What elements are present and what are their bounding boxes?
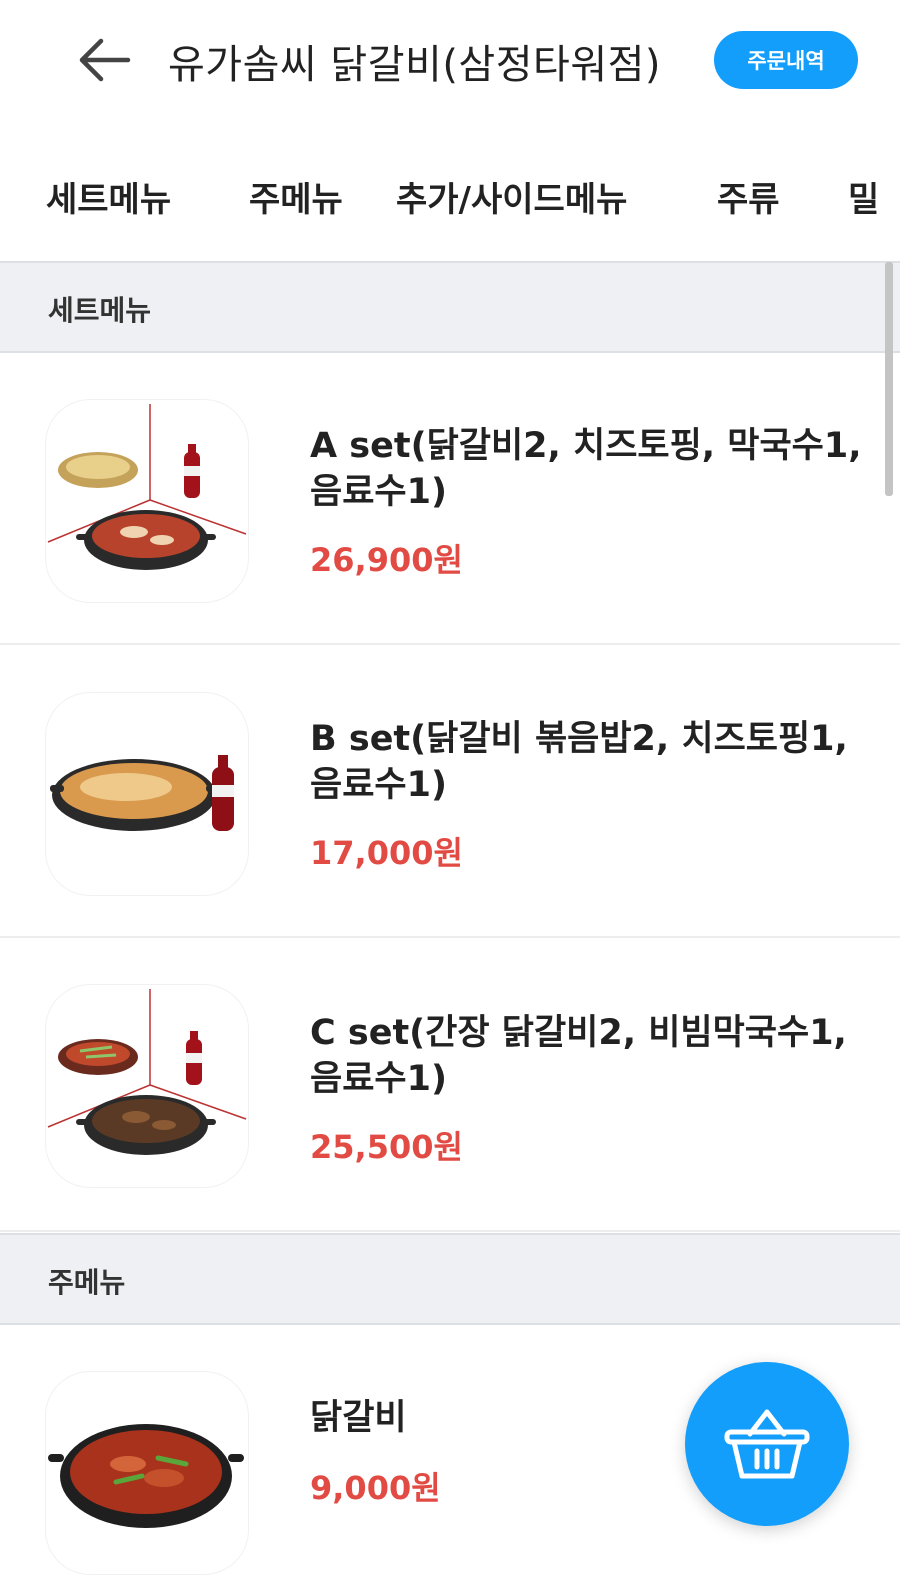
tab-main-menu[interactable]: 주메뉴 bbox=[249, 172, 343, 221]
set-meal-photo bbox=[50, 755, 234, 831]
tab-liquor[interactable]: 주류 bbox=[717, 172, 780, 221]
section-title: 세트메뉴 bbox=[48, 294, 152, 327]
menu-item-c-set[interactable]: C set(간장 닭갈비2, 비빔막국수1, 음료수1) 25,500원 bbox=[0, 940, 900, 1232]
menu-item-image bbox=[46, 985, 248, 1187]
menu-item-b-set[interactable]: B set(닭갈비 볶음밥2, 치즈토핑1, 음료수1) 17,000원 bbox=[0, 646, 900, 938]
back-button[interactable] bbox=[74, 34, 132, 86]
category-tabs: 세트메뉴 주메뉴 추가/사이드메뉴 주류 밀 bbox=[0, 160, 900, 240]
section-header-main-menu: 주메뉴 bbox=[0, 1233, 900, 1325]
section-title: 주메뉴 bbox=[48, 1266, 126, 1299]
menu-item-price: 26,900원 bbox=[310, 541, 463, 579]
menu-item-a-set[interactable]: A set(닭갈비2, 치즈토핑, 막국수1, 음료수1) 26,900원 bbox=[0, 353, 900, 645]
menu-item-image bbox=[46, 693, 248, 895]
tab-more[interactable]: 밀 bbox=[848, 172, 879, 221]
menu-item-name: C set(간장 닭갈비2, 비빔막국수1, 음료수1) bbox=[310, 1013, 847, 1099]
menu-item-price: 25,500원 bbox=[310, 1128, 463, 1166]
store-title: 유가솜씨 닭갈비(삼정타워점) bbox=[168, 42, 662, 88]
menu-item-image bbox=[46, 400, 248, 602]
scrollbar[interactable] bbox=[885, 262, 893, 496]
shopping-basket-icon bbox=[724, 1409, 810, 1479]
arrow-left-icon bbox=[79, 38, 131, 82]
menu-item-name: B set(닭갈비 볶음밥2, 치즈토핑1, 음료수1) bbox=[310, 719, 848, 805]
section-header-set-menu: 세트메뉴 bbox=[0, 261, 900, 353]
order-history-button[interactable]: 주문내역 bbox=[714, 31, 858, 89]
tab-side-menu[interactable]: 추가/사이드메뉴 bbox=[396, 172, 627, 221]
tab-set-menu[interactable]: 세트메뉴 bbox=[46, 172, 171, 221]
dakgalbi-photo bbox=[48, 1424, 244, 1528]
menu-item-image bbox=[46, 1372, 248, 1574]
menu-item-price: 9,000원 bbox=[310, 1469, 441, 1507]
cart-button[interactable] bbox=[685, 1362, 849, 1526]
top-bar: 유가솜씨 닭갈비(삼정타워점) 주문내역 bbox=[0, 0, 900, 120]
set-meal-photo bbox=[47, 404, 247, 570]
menu-item-name: A set(닭갈비2, 치즈토핑, 막국수1, 음료수1) bbox=[310, 426, 862, 512]
menu-item-price: 17,000원 bbox=[310, 834, 463, 872]
set-meal-photo bbox=[47, 989, 247, 1155]
